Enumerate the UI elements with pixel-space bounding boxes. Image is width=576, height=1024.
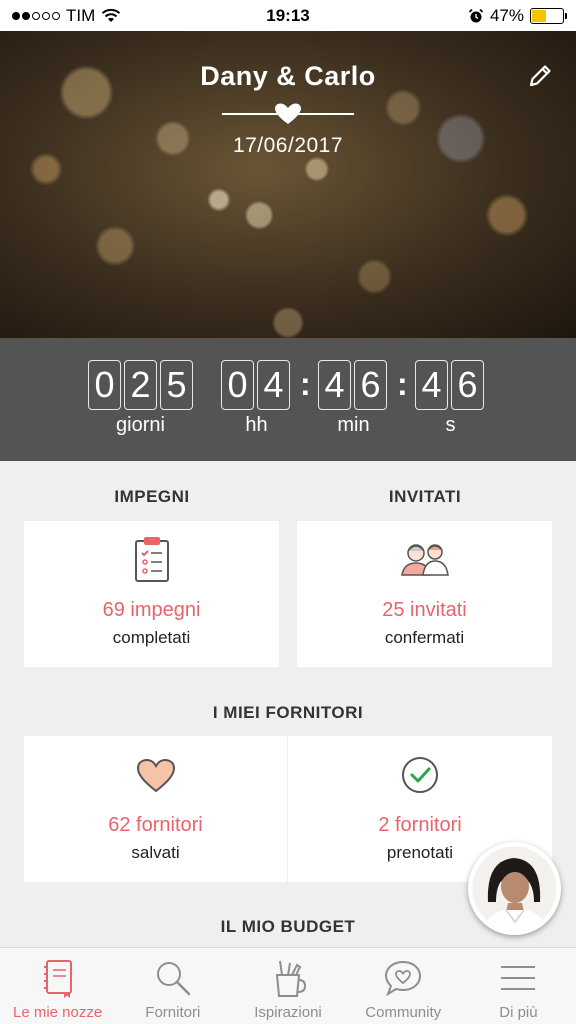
fornitori-saved-sub: salvati [131,843,180,862]
digit: 2 [124,360,157,410]
battery-percent: 47% [489,5,524,25]
digit: 4 [318,360,351,410]
heart-icon [136,758,175,793]
notebook-icon [43,960,72,998]
countdown-seconds: 4 6 [415,360,484,410]
days-label: giorni [116,414,165,436]
tab-community[interactable]: Community [346,948,461,1024]
impegni-card[interactable]: 69 impegni completati [24,521,279,667]
chat-heart-icon [385,960,422,997]
pencil-cup-icon [275,960,307,997]
impegni-sub: completati [112,628,191,647]
couple-names: Dany & Carlo [200,61,376,91]
digit: 4 [257,360,290,410]
hero-divider [222,102,354,126]
status-time: 19:13 [266,5,310,25]
section-title-impegni: IMPEGNI [114,487,190,506]
impegni-count: 69 impegni [102,599,201,621]
countdown-hours: 0 4 [221,360,290,410]
carrier-label: TIM [66,5,96,25]
tab-label: Fornitori [145,1004,201,1021]
invitati-count: 25 invitati [382,599,467,621]
seconds-label: s [445,414,456,436]
clipboard-checklist-icon [134,537,169,582]
hero-banner: Dany & Carlo 17/06/2017 [0,31,576,338]
tab-di-piu[interactable]: Di più [461,948,576,1024]
countdown-days: 0 2 5 [88,360,193,410]
guests-icon [400,544,449,576]
tab-ispirazioni[interactable]: Ispirazioni [230,948,345,1024]
battery-icon [530,7,567,24]
invitati-sub: confermati [384,628,465,647]
tab-bar: Le mie nozze Fornitori Ispirazioni Commu… [0,947,576,1024]
search-icon [156,962,191,996]
wifi-icon [102,8,121,22]
digit: 4 [415,360,448,410]
alarm-icon [468,8,484,22]
status-right: 47% [468,5,567,26]
status-bar: TIM 19:13 47% [0,0,576,31]
countdown-minutes: 4 6 [318,360,387,410]
section-title-fornitori: I MIEI FORNITORI [212,703,364,722]
hero-content: Dany & Carlo 17/06/2017 [0,31,576,158]
wedding-date: 17/06/2017 [232,134,344,157]
fornitori-saved-count: 62 fornitori [108,814,203,836]
battery-fill [532,9,547,22]
tab-le-mie-nozze[interactable]: Le mie nozze [0,948,115,1024]
status-left: TIM [12,6,121,26]
edit-pencil-icon[interactable] [526,62,554,90]
menu-icon [501,966,536,990]
fornitori-saved-card[interactable]: 62 fornitori salvati [24,736,287,882]
tab-label: Di più [499,1004,538,1021]
colon-separator: : [397,366,408,402]
tab-label: Ispirazioni [254,1004,322,1021]
digit: 0 [88,360,121,410]
tab-label: Le mie nozze [12,1004,103,1021]
countdown-panel: 0 2 5 0 4 : 4 6 : 4 6 giorni hh min s [0,338,576,461]
hours-label: hh [245,414,268,436]
digit: 5 [160,360,193,410]
fornitori-booked-count: 2 fornitori [378,814,462,836]
colon-separator: : [300,366,311,402]
signal-icon [12,11,60,20]
digit: 6 [451,360,484,410]
section-title-invitati: INVITATI [388,487,462,506]
digit: 6 [354,360,387,410]
minutes-label: min [337,414,370,436]
check-circle-icon [402,757,438,793]
heart-icon [275,103,301,124]
tab-label: Community [365,1004,442,1021]
assistant-photo [472,846,557,935]
invitati-card[interactable]: 25 invitati confermati [297,521,552,667]
assistant-avatar[interactable] [468,842,561,935]
digit: 0 [221,360,254,410]
tab-fornitori[interactable]: Fornitori [115,948,230,1024]
